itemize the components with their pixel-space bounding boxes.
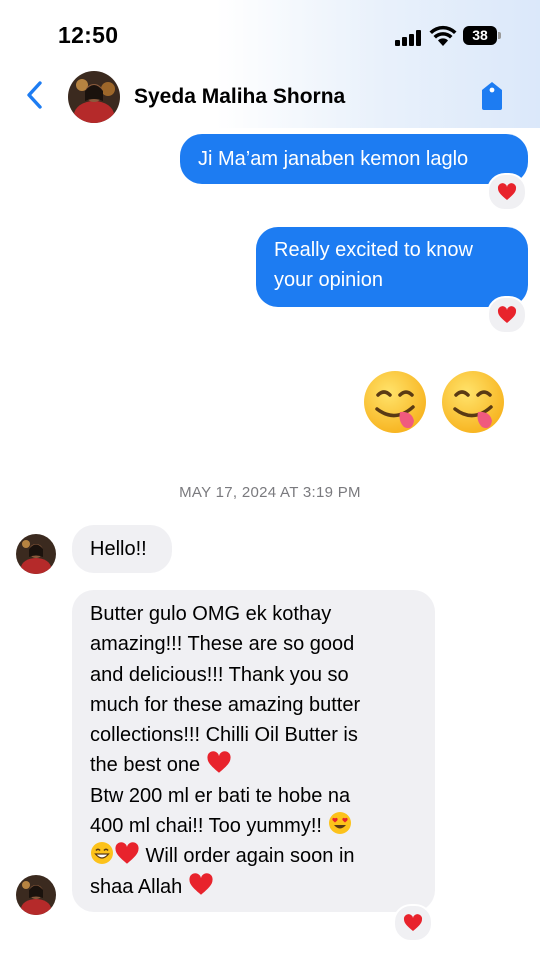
outgoing-message[interactable]: Ji Ma’am janaben kemon laglo: [180, 134, 528, 184]
cellular-signal-icon: [395, 30, 423, 46]
message-line: the best one: [90, 750, 417, 780]
message-text: the best one: [90, 754, 201, 777]
contact-name[interactable]: Syeda Maliha Shorna: [134, 85, 345, 109]
reaction-badge[interactable]: [487, 296, 527, 334]
reaction-badge[interactable]: [487, 173, 527, 211]
message-timestamp: MAY 17, 2024 AT 3:19 PM: [179, 484, 361, 501]
message-line: shaa Allah: [90, 872, 417, 902]
message-line: much for these amazing butter: [90, 693, 361, 716]
message-line: 400 ml chai!! Too yummy!!: [90, 811, 417, 841]
incoming-message[interactable]: Butter gulo OMG ek kothay amazing!!! The…: [72, 590, 435, 912]
status-bar: 12:50 38: [0, 0, 540, 70]
reaction-badge[interactable]: [393, 904, 433, 942]
heart-icon: [403, 914, 423, 931]
message-text: Hello!!: [90, 538, 147, 560]
heart-icon: [497, 306, 517, 323]
heart-icon: [189, 872, 213, 895]
conversation-header: Syeda Maliha Shorna: [0, 68, 540, 126]
contact-avatar[interactable]: [68, 71, 120, 123]
sender-avatar[interactable]: [16, 875, 56, 915]
message-line: Btw 200 ml er bati te hobe na: [90, 784, 351, 807]
outgoing-message[interactable]: Really excited to know your opinion: [256, 227, 528, 307]
heart-eyes-emoji: [328, 812, 351, 835]
heart-icon: [115, 842, 139, 865]
sender-avatar[interactable]: [16, 534, 56, 574]
message-line: Butter gulo OMG ek kothay: [90, 603, 332, 625]
heart-icon: [497, 183, 517, 200]
status-time: 12:50: [58, 22, 119, 48]
yum-face-emoji[interactable]: [440, 369, 506, 435]
grin-emoji: [91, 842, 113, 865]
tag-icon[interactable]: [478, 80, 506, 112]
message-line: collections!!! Chilli Oil Butter is: [90, 724, 358, 747]
wifi-icon: [429, 25, 457, 46]
heart-icon: [207, 751, 231, 774]
message-text: Ji Ma’am janaben kemon laglo: [198, 148, 469, 170]
incoming-message[interactable]: Hello!!: [72, 525, 172, 573]
message-text: shaa Allah: [90, 875, 183, 898]
message-text: Really excited to know your opinion: [274, 239, 473, 291]
back-chevron-icon[interactable]: [24, 80, 46, 110]
message-line: and delicious!!! Thank you so: [90, 663, 349, 686]
battery-level: 38: [472, 27, 488, 43]
yum-face-emoji[interactable]: [362, 369, 428, 435]
message-line: amazing!!! These are so good: [90, 633, 355, 656]
message-line: Will order again soon in: [90, 841, 417, 871]
message-text: Will order again soon in: [140, 845, 355, 868]
battery-icon: 38: [463, 26, 501, 45]
message-text: 400 ml chai!! Too yummy!!: [90, 815, 322, 838]
